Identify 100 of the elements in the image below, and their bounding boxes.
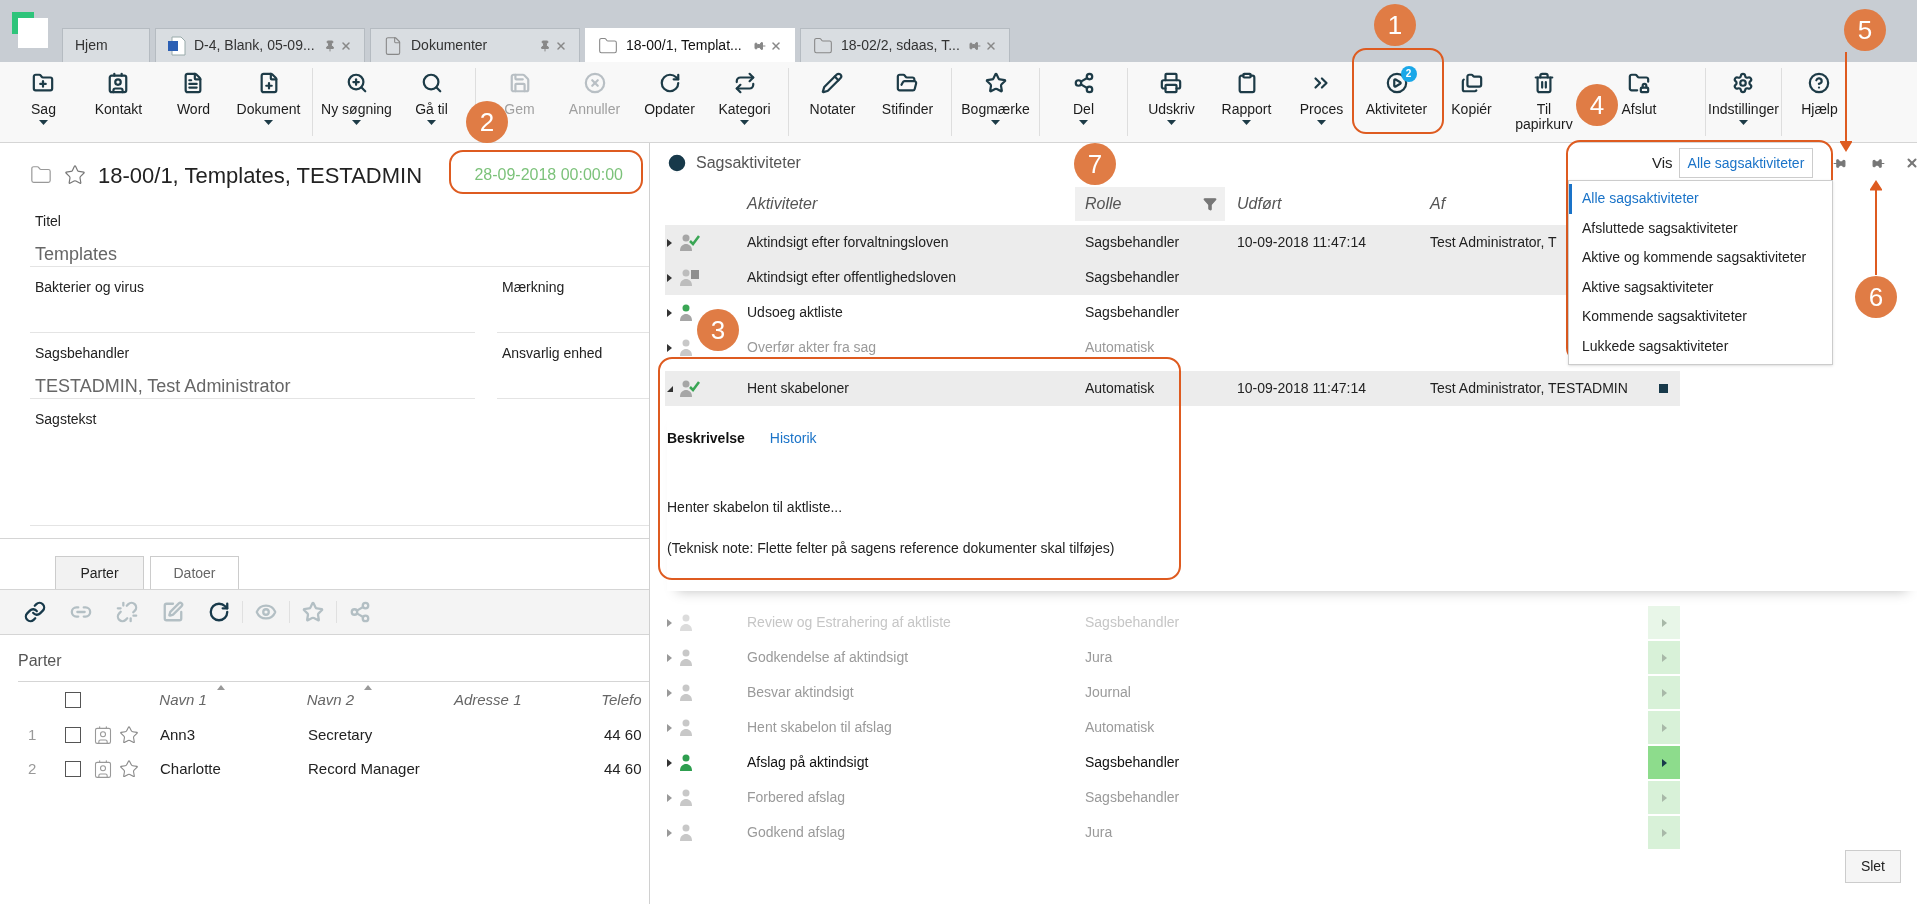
toolbar-button[interactable]: Gå til (415, 68, 448, 136)
column-header[interactable]: Adresse 1 (453, 688, 522, 712)
toolbar-button[interactable]: Udskriv (1148, 68, 1195, 136)
table-cell: Afslag på aktindsigt (747, 754, 869, 770)
toolbar-button[interactable]: Indstillinger (1708, 68, 1779, 136)
section-tab[interactable]: Parter (55, 556, 144, 589)
toolbar-button[interactable]: Notater (809, 68, 856, 136)
toolbar-button[interactable]: Opdater (644, 68, 695, 136)
table-cell: Automatisk (1085, 339, 1155, 355)
table-cell-text: Ann3 (160, 724, 197, 745)
delete-button[interactable]: Slet (1844, 850, 1901, 883)
toolbar-button[interactable]: Del (1072, 68, 1095, 136)
detail-tab[interactable]: Beskrivelse (667, 428, 745, 449)
view-select[interactable]: Alle sagsaktiviteter (1678, 148, 1814, 178)
toolbar-button[interactable]: Til papirkurv (1509, 68, 1579, 136)
table-cell: Udsoeg aktliste (747, 304, 843, 320)
callout-number: 7 (1074, 143, 1116, 185)
table-cell: Hent skabeloner (747, 380, 849, 396)
toolbar-button[interactable]: Bogmærke (961, 68, 1030, 136)
field-label: Sagstekst (35, 410, 98, 429)
toolbar-button[interactable]: Proces (1299, 68, 1344, 136)
document-tab[interactable]: D-4, Blank, 05-09... (155, 28, 365, 62)
table-cell: Aktindsigt efter forvaltningsloven (747, 234, 949, 250)
table-cell: Sagsbehandler (1085, 789, 1180, 805)
field-label: Mærkning (502, 278, 566, 297)
table-cell: Automatisk (1085, 380, 1155, 396)
menu-item[interactable]: Afsluttede sagsaktiviteter (1569, 213, 1832, 243)
menu-item[interactable]: Aktive og kommende sagsaktiviteter (1569, 243, 1832, 273)
toolbar-button[interactable]: Dokument (236, 68, 301, 136)
toolbar-button[interactable]: Sag (31, 68, 56, 136)
toolbar-button[interactable]: Hjælp (1801, 68, 1838, 136)
column-header[interactable]: Rolle (1075, 187, 1225, 221)
callout-number: 3 (697, 309, 739, 351)
toolbar-button[interactable]: Stifinder (881, 68, 934, 136)
table-cell-text: 44 60 (604, 758, 642, 779)
table-cell: Godkendelse af aktindsigt (747, 649, 909, 665)
table-cell: Sagsbehandler (1085, 234, 1180, 250)
row-number: 1 (27, 724, 38, 745)
field-label: Vis (1652, 152, 1673, 173)
toolbar-button[interactable]: Ny søgning (321, 68, 392, 136)
table-cell: Hent skabelon til afslag (747, 719, 892, 735)
table-cell: Aktindsigt efter offentlighedsloven (747, 269, 957, 285)
column-header[interactable]: Udført (1227, 187, 1282, 221)
table-cell: 10-09-2018 11:47:14 (1237, 380, 1366, 396)
toolbar-button[interactable]: Afslut (1621, 68, 1657, 136)
table-cell: Review og Estrahering af aktliste (747, 614, 951, 630)
table-cell: Overfør akter fra sag (747, 339, 877, 355)
column-header[interactable]: Aktiviteter (737, 187, 818, 221)
toolbar-button[interactable]: Rapport (1221, 68, 1272, 136)
column-header[interactable]: Navn 1 (159, 688, 225, 712)
field-value: TESTADMIN, Test Administrator (35, 375, 292, 398)
table-cell: Forbered afslag (747, 789, 846, 805)
field-value: Templates (35, 243, 119, 266)
table-cell: Jura (1085, 649, 1113, 665)
column-header[interactable]: Af (1420, 187, 1446, 221)
count-badge: 2 (1400, 66, 1417, 82)
panel-title: Sagsaktiviteter (696, 153, 801, 173)
table-cell-text: Charlotte (160, 758, 222, 779)
table-cell: Sagsbehandler (1085, 269, 1180, 285)
case-date: 28-09-2018 00:00:00 (474, 165, 624, 185)
table-cell-text: Secretary (308, 724, 374, 745)
callout-number: 6 (1855, 276, 1897, 318)
column-header[interactable]: Telefo (601, 688, 642, 712)
table-cell-text: Record Manager (308, 758, 421, 779)
table-cell: Test Administrator, TESTADMIN (1430, 380, 1628, 396)
table-cell: Sagsbehandler (1085, 614, 1180, 630)
section-tab[interactable]: Datoer (150, 556, 239, 589)
document-tab[interactable]: Dokumenter (370, 28, 580, 62)
document-tab[interactable]: Hjem (62, 28, 150, 62)
table-cell: Jura (1085, 824, 1113, 840)
menu-item[interactable]: Alle sagsaktiviteter (1569, 184, 1832, 214)
toolbar-button[interactable]: Word (176, 68, 211, 136)
toolbar-button[interactable]: 2 Aktiviteter (1365, 68, 1428, 136)
table-cell: Automatisk (1085, 719, 1155, 735)
table-cell: Sagsbehandler (1085, 304, 1180, 320)
toolbar-button[interactable]: Kategori (718, 68, 771, 136)
field-label: Titel (35, 212, 62, 231)
field-label: Bakterier og virus (35, 278, 145, 297)
table-cell: Godkend afslag (747, 824, 846, 840)
case-title: 18-00/1, Templates, TESTADMIN (98, 161, 423, 190)
table-cell: Journal (1085, 684, 1131, 700)
description-text: (Teknisk note: Flette felter på sagens reference dokumenter skal tilføjes) (667, 539, 1116, 558)
field-label: Sagsbehandler (35, 344, 131, 363)
column-header[interactable]: Navn 2 (306, 688, 373, 712)
toolbar-button[interactable]: Kontakt (94, 68, 143, 136)
document-tab[interactable]: 18-00/1, Templat... (585, 28, 795, 62)
menu-item[interactable]: Lukkede sagsaktiviteter (1569, 331, 1832, 361)
table-cell: 10-09-2018 11:47:14 (1237, 234, 1366, 250)
row-number: 2 (27, 758, 38, 779)
menu-item[interactable]: Kommende sagsaktiviteter (1569, 302, 1832, 332)
field-label: Ansvarlig enhed (502, 344, 604, 363)
table-cell: Sagsbehandler (1085, 754, 1180, 770)
section-title: Parter (18, 649, 649, 682)
toolbar-button[interactable]: Kopiér (1451, 68, 1492, 136)
document-tab[interactable]: 18-02/2, sdaas, T... (800, 28, 1010, 62)
table-cell: Test Administrator, T (1430, 234, 1557, 250)
description-text: Henter skabelon til aktliste... (667, 498, 844, 517)
menu-item[interactable]: Aktive sagsaktiviteter (1569, 272, 1832, 302)
detail-tab[interactable]: Historik (769, 428, 817, 449)
table-cell: Besvar aktindsigt (747, 684, 854, 700)
